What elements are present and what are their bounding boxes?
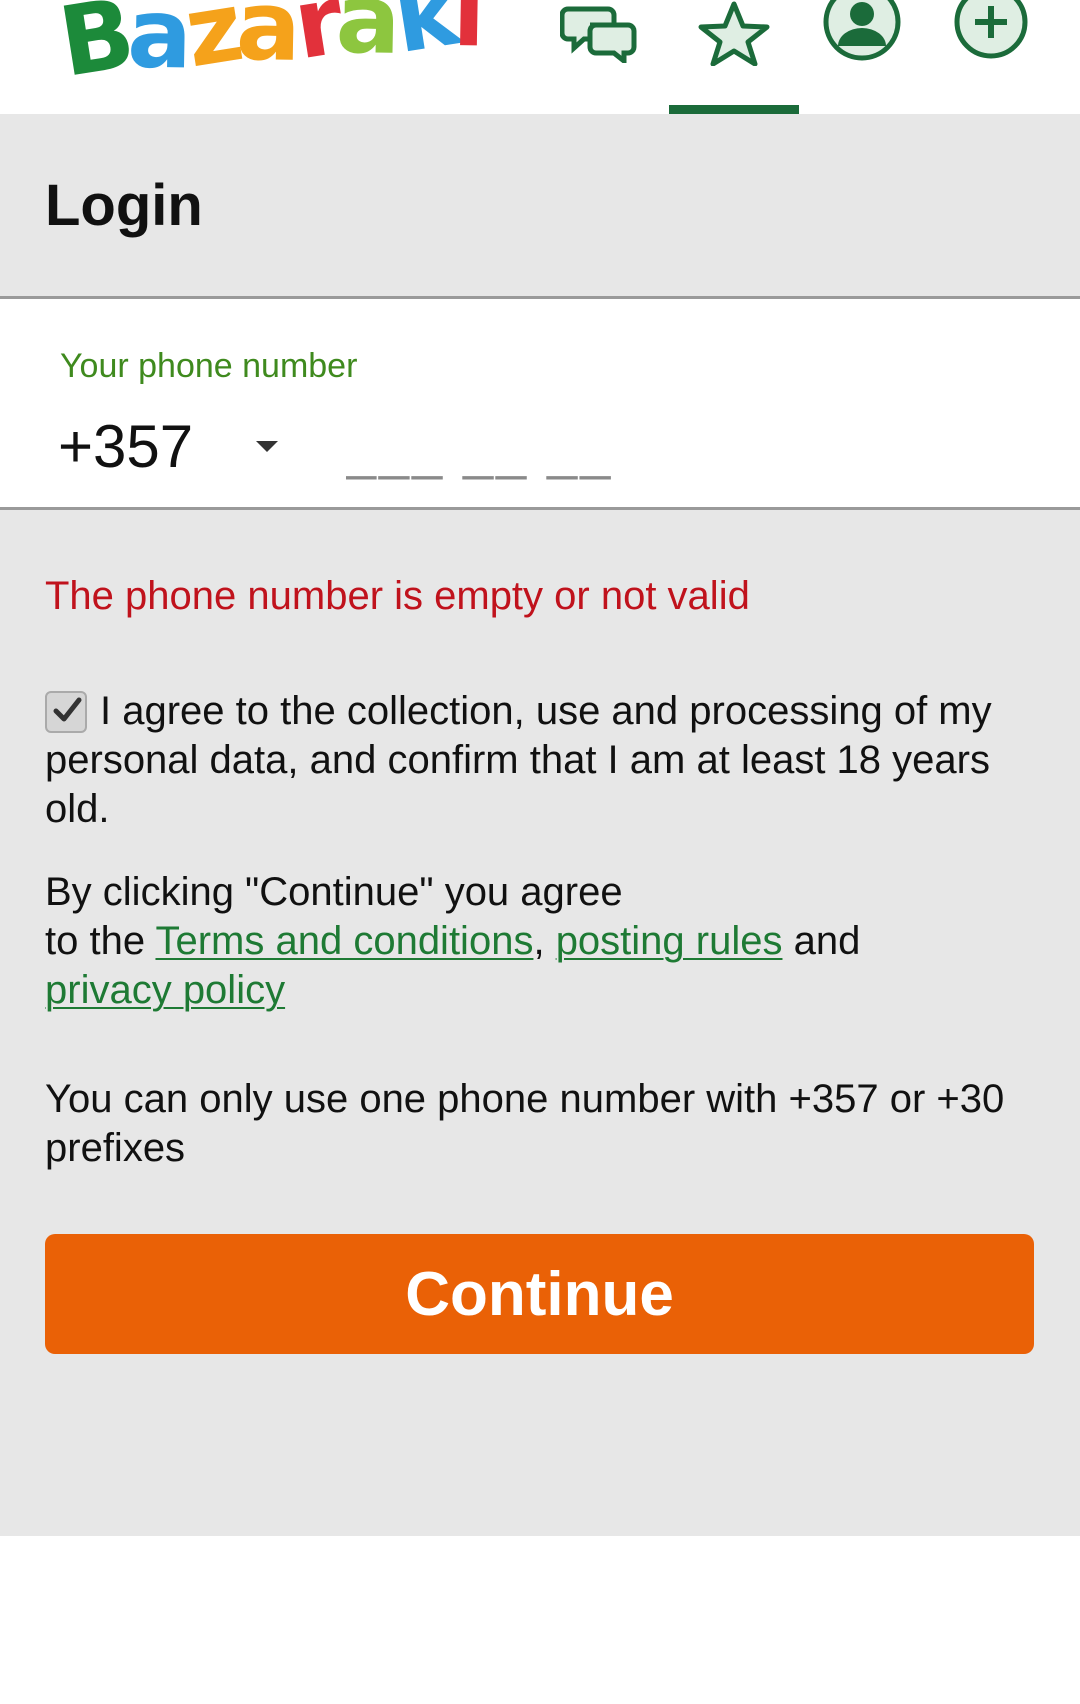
logo-letter: z <box>177 0 245 90</box>
phone-number-input[interactable] <box>346 411 766 491</box>
nav-profile[interactable] <box>817 0 907 70</box>
star-icon <box>694 0 774 71</box>
nav-add-listing[interactable] <box>946 0 1036 70</box>
logo-letter: k <box>385 0 461 76</box>
country-prefix-select[interactable]: +357 <box>58 409 288 483</box>
logo-letter: a <box>234 0 296 83</box>
terms-comma: , <box>533 919 545 963</box>
dropdown-caret-icon <box>256 441 278 452</box>
prefix-value: +357 <box>58 412 194 480</box>
logo-letter: B <box>52 0 136 99</box>
logo-letter: a <box>126 0 188 91</box>
phone-error-message: The phone number is empty or not valid <box>45 574 750 618</box>
page-title: Login <box>45 173 203 238</box>
terms-prefix-line: By clicking "Continue" you agree <box>45 870 623 914</box>
consent-checkbox[interactable] <box>45 691 87 733</box>
posting-rules-link[interactable]: posting rules <box>556 919 783 963</box>
nav-messages[interactable] <box>555 0 645 70</box>
user-profile-icon <box>822 0 902 71</box>
app-header: Bazaraki <box>0 0 1080 114</box>
chat-bubbles-icon <box>559 3 640 68</box>
bazaraki-logo[interactable]: Bazaraki <box>52 0 480 99</box>
consent-row: I agree to the collection, use and proce… <box>45 687 1035 834</box>
logo-letter: i <box>451 0 480 69</box>
phone-field-box: Your phone number +357 <box>0 299 1080 510</box>
consent-text: I agree to the collection, use and proce… <box>45 689 992 831</box>
terms-to-the: to the <box>45 919 156 963</box>
terms-and-conditions-link[interactable]: Terms and conditions <box>155 919 533 963</box>
prefix-notice: You can only use one phone number with +… <box>45 1077 1005 1170</box>
continue-button[interactable]: Continue <box>45 1234 1034 1354</box>
terms-text: By clicking "Continue" you agree to the … <box>45 868 1035 1015</box>
logo-letter: a <box>334 0 396 76</box>
terms-and: and <box>782 919 861 963</box>
plus-circle-icon <box>951 0 1031 71</box>
checkmark-icon <box>53 697 82 722</box>
active-tab-indicator <box>669 105 799 114</box>
phone-label: Your phone number <box>60 347 358 385</box>
privacy-policy-link[interactable]: privacy policy <box>45 968 285 1012</box>
nav-favorites[interactable] <box>689 0 779 70</box>
